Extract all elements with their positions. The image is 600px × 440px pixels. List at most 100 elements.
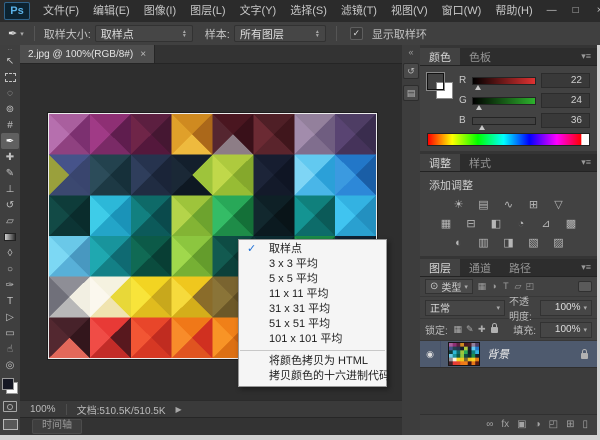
filter-shape-layers-icon[interactable]: ▱: [512, 281, 524, 292]
layers-tab-2[interactable]: 路径: [500, 259, 540, 276]
layer-effects-icon[interactable]: fx: [501, 420, 509, 430]
vibrance-icon[interactable]: ▽: [551, 198, 567, 211]
quick-mask-button[interactable]: [3, 401, 17, 412]
invert-icon[interactable]: ◐: [451, 236, 467, 249]
context-menu-item-9[interactable]: 拷贝颜色的十六进制代码: [239, 369, 386, 384]
sample-size-dropdown[interactable]: 取样点 ▲▼: [95, 25, 193, 42]
layer-thumbnail[interactable]: [448, 342, 480, 366]
blur-tool[interactable]: ◊: [1, 245, 19, 261]
history-panel-icon[interactable]: ↺: [403, 63, 419, 79]
curves-icon[interactable]: ∿: [501, 198, 517, 211]
posterize-icon[interactable]: ▥: [476, 236, 492, 249]
tool-preset-picker[interactable]: ✒ ▾: [0, 27, 29, 40]
context-menu-item-3[interactable]: 11 x 11 平均: [239, 287, 386, 302]
filter-pixel-layers-icon[interactable]: ▦: [476, 281, 488, 292]
color-tab-0[interactable]: 颜色: [420, 48, 460, 65]
expand-panels-icon[interactable]: «: [402, 45, 420, 57]
menu-item-9[interactable]: 帮助(H): [488, 0, 539, 22]
channel-value-G[interactable]: 24: [541, 93, 590, 108]
foreground-color-swatch[interactable]: [2, 378, 14, 390]
blend-mode-dropdown[interactable]: 正常 ▾: [425, 300, 505, 316]
hand-tool[interactable]: ☝: [1, 341, 19, 357]
marquee-tool[interactable]: [1, 69, 19, 85]
menu-item-0[interactable]: 文件(F): [36, 0, 86, 22]
levels-icon[interactable]: ▤: [476, 198, 492, 211]
maximize-button[interactable]: □: [564, 0, 588, 22]
color-balance-icon[interactable]: ⊟: [463, 217, 479, 230]
crop-tool[interactable]: #: [1, 117, 19, 133]
new-group-icon[interactable]: ◰: [549, 420, 558, 430]
context-menu-item-5[interactable]: 51 x 51 平均: [239, 317, 386, 332]
panel-menu-icon[interactable]: ▾≡: [575, 154, 597, 171]
fill-field[interactable]: 100% ▾: [540, 322, 592, 338]
zoom-tool[interactable]: ◎: [1, 357, 19, 373]
black-white-icon[interactable]: ◧: [488, 217, 504, 230]
toolbar-collapse-icon[interactable]: ‥: [8, 45, 13, 53]
move-tool[interactable]: ↖: [1, 53, 19, 69]
status-menu-arrow-icon[interactable]: ▶: [176, 405, 182, 414]
add-mask-icon[interactable]: ▣: [517, 420, 526, 430]
layers-tab-0[interactable]: 图层: [420, 259, 460, 276]
dodge-tool[interactable]: ○: [1, 261, 19, 277]
toolbar-color-swatches[interactable]: [2, 378, 18, 394]
layers-tab-1[interactable]: 通道: [460, 259, 500, 276]
menu-item-3[interactable]: 图层(L): [183, 0, 232, 22]
exposure-icon[interactable]: ⊞: [526, 198, 542, 211]
context-menu-item-8[interactable]: 将颜色拷贝为 HTML: [239, 354, 386, 369]
filter-type-layers-icon[interactable]: T: [500, 281, 512, 292]
slider-thumb[interactable]: [479, 125, 485, 130]
layer-visibility-eye-icon[interactable]: ◉: [420, 341, 441, 367]
photo-filter-icon[interactable]: ◔: [513, 217, 529, 230]
context-menu-item-4[interactable]: 31 x 31 平均: [239, 302, 386, 317]
menu-item-5[interactable]: 选择(S): [283, 0, 334, 22]
screen-mode-button[interactable]: [3, 419, 18, 430]
hue-saturation-icon[interactable]: ▦: [438, 217, 454, 230]
new-layer-icon[interactable]: ⊞: [566, 420, 574, 430]
timeline-panel-tab[interactable]: 时间轴: [32, 419, 82, 434]
menu-item-2[interactable]: 图像(I): [137, 0, 183, 22]
color-spectrum-ramp[interactable]: [427, 133, 590, 146]
layer-filter-type-dropdown[interactable]: ⊙ 类型 ▾: [425, 279, 473, 294]
lock-move-icon[interactable]: ✚: [476, 324, 488, 335]
context-menu-item-1[interactable]: 3 x 3 平均: [239, 257, 386, 272]
slider-thumb[interactable]: [475, 85, 481, 90]
show-sampling-ring-checkbox[interactable]: ✓: [350, 27, 363, 40]
link-layers-icon[interactable]: ∞: [486, 420, 493, 430]
minimize-button[interactable]: —: [540, 0, 564, 22]
color-tab-1[interactable]: 色板: [460, 48, 500, 65]
pen-tool[interactable]: ✑: [1, 277, 19, 293]
eyedropper-tool[interactable]: ✒: [1, 133, 19, 149]
channel-slider-G[interactable]: [472, 97, 536, 105]
clone-stamp-tool[interactable]: ⊥: [1, 181, 19, 197]
context-menu-item-6[interactable]: 101 x 101 平均: [239, 332, 386, 347]
foreground-color-swatch[interactable]: [427, 73, 444, 90]
adjustments-tab-1[interactable]: 样式: [460, 154, 500, 171]
lock-paint-icon[interactable]: ✎: [464, 324, 476, 335]
lock-all-icon[interactable]: [491, 327, 498, 333]
brightness-contrast-icon[interactable]: ☀: [451, 198, 467, 211]
new-adjustment-layer-icon[interactable]: ◑: [535, 420, 541, 430]
close-icon[interactable]: ×: [140, 49, 146, 60]
eraser-tool[interactable]: ▱: [1, 213, 19, 229]
properties-panel-icon[interactable]: ▤: [403, 85, 419, 101]
delete-layer-icon[interactable]: ▯: [582, 420, 588, 430]
shape-tool[interactable]: ▭: [1, 325, 19, 341]
opacity-field[interactable]: 100% ▾: [540, 300, 592, 316]
gradient-tool[interactable]: [1, 229, 19, 245]
channel-slider-B[interactable]: [472, 117, 536, 125]
history-brush-tool[interactable]: ↺: [1, 197, 19, 213]
color-lookup-icon[interactable]: ▩: [563, 217, 579, 230]
lasso-tool[interactable]: ◌: [1, 85, 19, 101]
panel-menu-icon[interactable]: ▾≡: [575, 259, 597, 276]
slider-thumb[interactable]: [476, 105, 482, 110]
menu-item-1[interactable]: 编辑(E): [86, 0, 137, 22]
panel-menu-icon[interactable]: ▾≡: [575, 48, 597, 65]
selective-color-icon[interactable]: ▧: [526, 236, 542, 249]
menu-item-7[interactable]: 视图(V): [384, 0, 435, 22]
filter-adjustment-layers-icon[interactable]: ◑: [488, 281, 500, 292]
menu-item-8[interactable]: 窗口(W): [435, 0, 489, 22]
type-tool[interactable]: T: [1, 293, 19, 309]
layer-row-background[interactable]: ◉ 背景: [420, 341, 597, 368]
menu-item-6[interactable]: 滤镜(T): [334, 0, 384, 22]
lock-transparency-icon[interactable]: ▦: [452, 324, 464, 335]
